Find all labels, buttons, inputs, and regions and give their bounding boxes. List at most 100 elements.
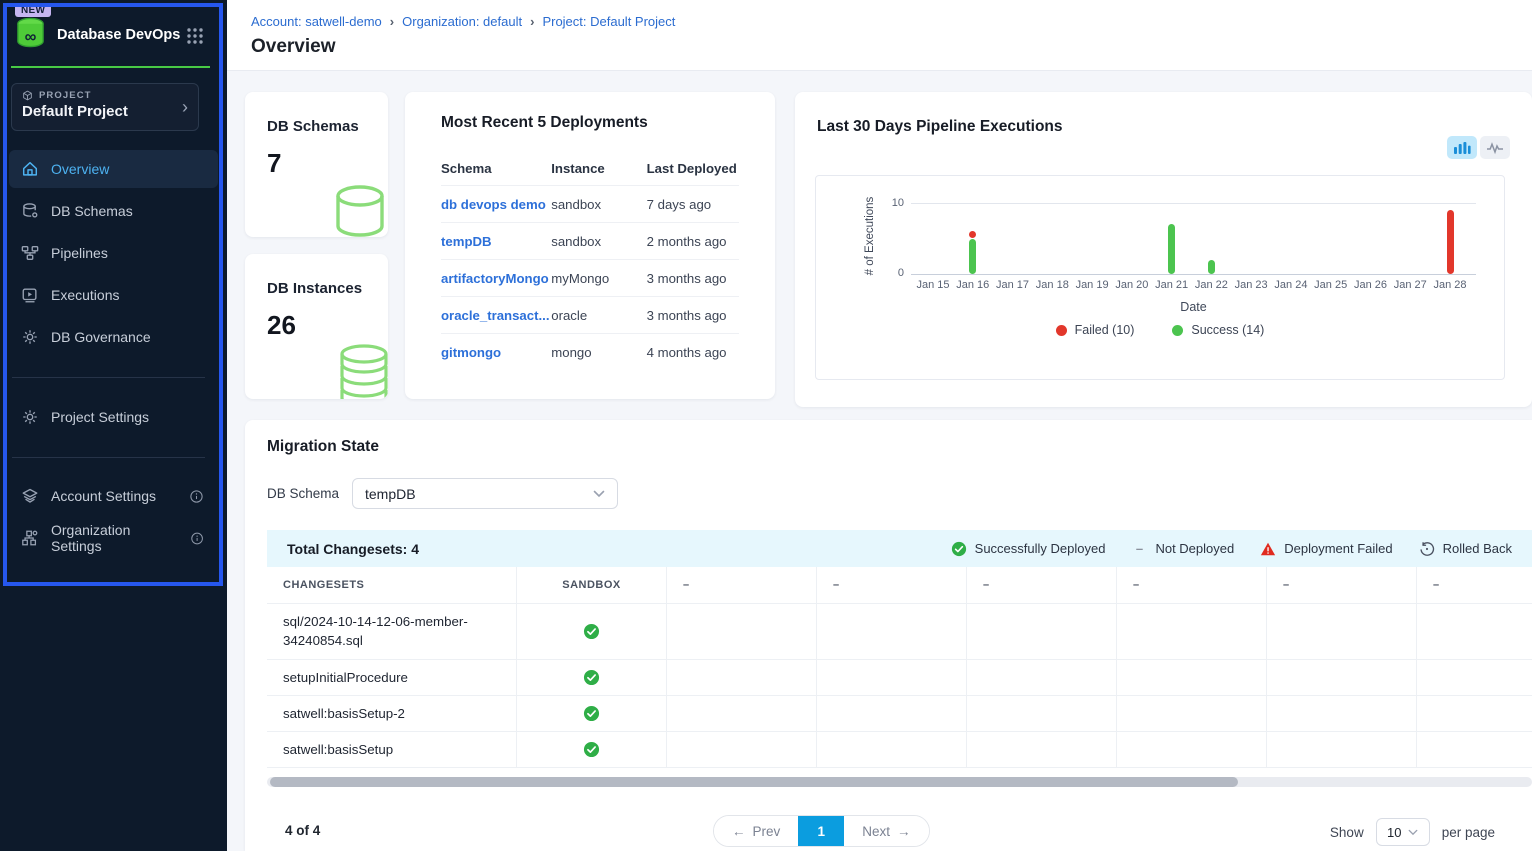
legend-dot-icon — [1056, 325, 1067, 336]
empty-status-cell — [1117, 696, 1267, 732]
line-chart-icon — [1486, 141, 1504, 155]
deployments-title: Most Recent 5 Deployments — [441, 114, 739, 132]
play-square-icon — [21, 286, 39, 304]
pagination: ← Prev 1 Next → — [713, 815, 930, 847]
schema-link[interactable]: db devops demo — [441, 197, 551, 212]
success-check-icon — [583, 741, 600, 758]
schema-link[interactable]: gitmongo — [441, 345, 551, 360]
bar-chart-toggle-button[interactable] — [1447, 136, 1477, 159]
breadcrumb-separator: › — [390, 14, 394, 29]
empty-status-cell — [667, 696, 817, 732]
column-header: Last Deployed — [647, 161, 739, 176]
project-selector[interactable]: PROJECT Default Project › — [11, 83, 199, 131]
changesets-column-header: SANDBOX — [517, 567, 667, 604]
empty-status-cell — [967, 696, 1117, 732]
empty-status-cell — [817, 732, 967, 768]
empty-status-cell — [1417, 604, 1532, 660]
sidebar-item-label: Pipelines — [51, 245, 108, 261]
recent-deployments-card: Most Recent 5 Deployments SchemaInstance… — [405, 92, 775, 399]
sidebar-item-label: DB Governance — [51, 329, 151, 345]
changesets-column-header: CHANGESETS — [267, 567, 517, 604]
schema-link[interactable]: tempDB — [441, 234, 551, 249]
instance-cell: mongo — [551, 345, 646, 360]
db-cylinder-icon — [330, 181, 388, 237]
bar-chart-icon — [1453, 141, 1471, 155]
success-check-icon — [583, 705, 600, 722]
sidebar-item-label: Organization Settings — [51, 522, 178, 554]
sidebar-item-overview[interactable]: Overview — [9, 150, 218, 188]
home-icon — [21, 160, 39, 178]
db-schema-select[interactable]: tempDB — [352, 478, 618, 509]
empty-status-cell — [667, 660, 817, 696]
sidebar-tertiary: Account Settings Organization Settings — [9, 477, 218, 561]
empty-status-cell — [1267, 660, 1417, 696]
sidebar-item-db-schemas[interactable]: DB Schemas — [9, 192, 218, 230]
breadcrumb-project-link[interactable]: Project: Default Project — [542, 14, 675, 29]
sidebar-item-account-settings[interactable]: Account Settings — [9, 477, 218, 515]
success-bar[interactable] — [969, 239, 976, 275]
x-axis-label: Date — [911, 300, 1476, 314]
stat-value: 7 — [267, 148, 281, 179]
changesets-column-header: – — [817, 567, 967, 604]
page-title: Overview — [251, 36, 336, 58]
cube-icon — [22, 90, 33, 101]
deployment-row: db devops demosandbox7 days ago — [441, 186, 739, 223]
column-header: Schema — [441, 161, 551, 176]
prev-page-button[interactable]: ← Prev — [714, 815, 798, 847]
instance-cell: sandbox — [551, 197, 646, 212]
schema-link[interactable]: artifactoryMongo — [441, 271, 551, 286]
new-badge: NEW — [15, 4, 51, 17]
empty-status-cell — [967, 604, 1117, 660]
horizontal-scrollbar-thumb[interactable] — [270, 777, 1238, 787]
empty-status-cell — [1117, 660, 1267, 696]
status-legend-item: Successfully Deployed — [951, 541, 1106, 557]
empty-status-cell — [1267, 604, 1417, 660]
next-page-button[interactable]: Next → — [844, 815, 928, 847]
line-chart-toggle-button[interactable] — [1480, 136, 1510, 159]
empty-status-cell — [817, 604, 967, 660]
sidebar-secondary: Project Settings — [9, 398, 218, 440]
schema-link[interactable]: oracle_transact... — [441, 308, 551, 323]
page-1-button[interactable]: 1 — [798, 815, 844, 847]
sandbox-status-cell — [517, 732, 667, 768]
changeset-name-cell: sql/2024-10-14-12-06-member-34240854.sql — [267, 604, 517, 660]
sidebar-divider — [12, 377, 205, 378]
next-label: Next — [862, 824, 890, 839]
sidebar-item-executions[interactable]: Executions — [9, 276, 218, 314]
success-bar[interactable] — [1208, 260, 1215, 274]
last-deployed-cell: 4 months ago — [647, 345, 739, 360]
deployment-row: gitmongomongo4 months ago — [441, 334, 739, 371]
stat-title: DB Instances — [267, 280, 362, 297]
page-size-control: Show 10 per page — [1330, 818, 1495, 846]
app-title: Database DevOps — [57, 27, 180, 43]
empty-status-cell — [967, 660, 1117, 696]
deployments-table: SchemaInstanceLast Deployeddb devops dem… — [441, 152, 739, 371]
sidebar-item-organization-settings[interactable]: Organization Settings — [9, 519, 218, 557]
success-bar[interactable] — [1168, 224, 1175, 274]
stat-title: DB Schemas — [267, 118, 359, 135]
info-icon[interactable] — [189, 489, 204, 504]
breadcrumb-organization-link[interactable]: Organization: default — [402, 14, 522, 29]
page-size-select[interactable]: 10 — [1376, 818, 1430, 846]
sidebar-item-db-governance[interactable]: DB Governance — [9, 318, 218, 356]
empty-status-cell — [1417, 660, 1532, 696]
breadcrumb-account-link[interactable]: Account: satwell-demo — [251, 14, 382, 29]
sidebar-item-pipelines[interactable]: Pipelines — [9, 234, 218, 272]
deployment-row: tempDBsandbox2 months ago — [441, 223, 739, 260]
deployment-row: artifactoryMongomyMongo3 months ago — [441, 260, 739, 297]
app-grid-icon[interactable] — [185, 26, 205, 46]
sidebar-item-project-settings[interactable]: Project Settings — [9, 398, 218, 436]
sidebar-item-label: Project Settings — [51, 409, 149, 425]
sandbox-status-cell — [517, 660, 667, 696]
empty-status-cell — [817, 696, 967, 732]
layers-icon — [21, 487, 39, 505]
failed-bar[interactable] — [1447, 210, 1454, 274]
info-icon[interactable] — [190, 531, 204, 546]
page-size-value: 10 — [1387, 825, 1401, 840]
failed-bar[interactable] — [969, 231, 976, 238]
sidebar-item-label: DB Schemas — [51, 203, 133, 219]
success-check-icon — [583, 669, 600, 686]
check-circle-icon — [951, 541, 967, 557]
empty-status-cell — [667, 604, 817, 660]
chart-type-toggle — [1447, 136, 1510, 159]
